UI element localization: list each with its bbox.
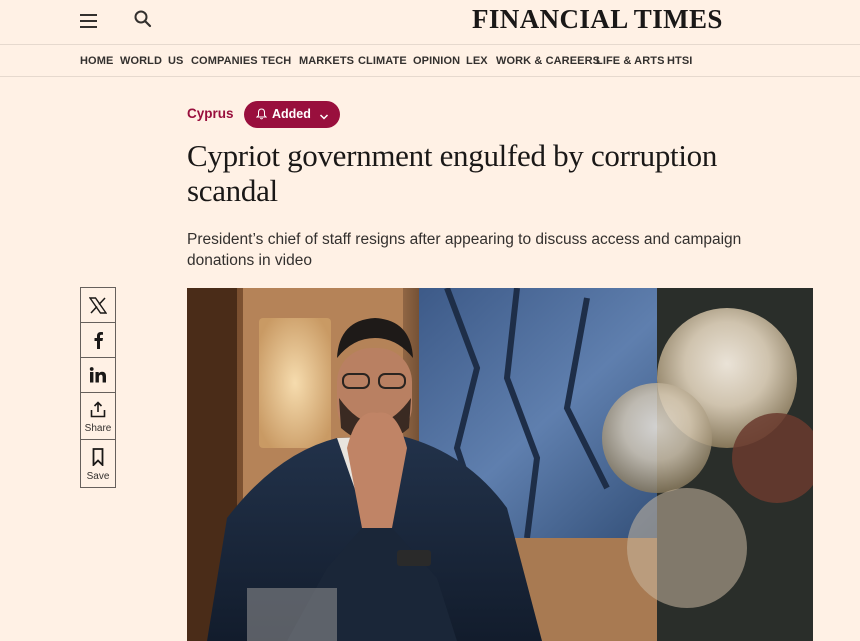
nav-item-markets[interactable]: MARKETS <box>299 55 354 67</box>
main-navigation: HOME WORLD US COMPANIES TECH MARKETS CLI… <box>0 44 860 77</box>
save-button[interactable]: Save <box>80 439 116 488</box>
nav-item-life-arts[interactable]: LIFE & ARTS <box>596 55 665 67</box>
search-icon[interactable] <box>132 8 154 30</box>
nav-item-world[interactable]: WORLD <box>120 55 162 67</box>
follow-topic-button[interactable]: Added <box>244 101 340 128</box>
share-button[interactable]: Share <box>80 392 116 440</box>
article-lead-image <box>187 288 813 641</box>
nav-item-work-careers[interactable]: WORK & CAREERS <box>496 55 600 67</box>
article-headline: Cypriot government engulfed by corruptio… <box>187 138 718 208</box>
bookmark-icon <box>92 448 104 471</box>
save-label: Save <box>86 471 110 482</box>
topic-link[interactable]: Cyprus <box>187 106 234 121</box>
nav-item-tech[interactable]: TECH <box>261 55 291 67</box>
share-facebook-button[interactable] <box>80 322 116 358</box>
nav-item-htsi[interactable]: HTSI <box>667 55 692 67</box>
top-bar: FINANCIAL TIMES <box>0 0 860 44</box>
bell-icon <box>255 108 268 123</box>
facebook-icon <box>92 331 104 354</box>
share-linkedin-button[interactable] <box>80 357 116 393</box>
linkedin-icon <box>89 367 107 388</box>
ft-logo[interactable]: FINANCIAL TIMES <box>472 4 723 35</box>
lead-photo-illustration <box>187 288 813 641</box>
hamburger-menu-icon[interactable] <box>78 10 100 32</box>
nav-item-lex[interactable]: LEX <box>466 55 488 67</box>
share-label: Share <box>84 423 112 434</box>
share-x-button[interactable] <box>80 287 116 323</box>
nav-item-us[interactable]: US <box>168 55 183 67</box>
nav-item-home[interactable]: HOME <box>80 55 113 67</box>
x-twitter-icon <box>88 297 108 319</box>
follow-button-label: Added <box>272 107 311 121</box>
nav-item-companies[interactable]: COMPANIES <box>191 55 258 67</box>
article-standfirst: President’s chief of staff resigns after… <box>187 231 742 269</box>
nav-item-opinion[interactable]: OPINION <box>413 55 460 67</box>
chevron-down-icon <box>319 110 329 124</box>
nav-item-climate[interactable]: CLIMATE <box>358 55 407 67</box>
share-icon <box>90 401 106 423</box>
